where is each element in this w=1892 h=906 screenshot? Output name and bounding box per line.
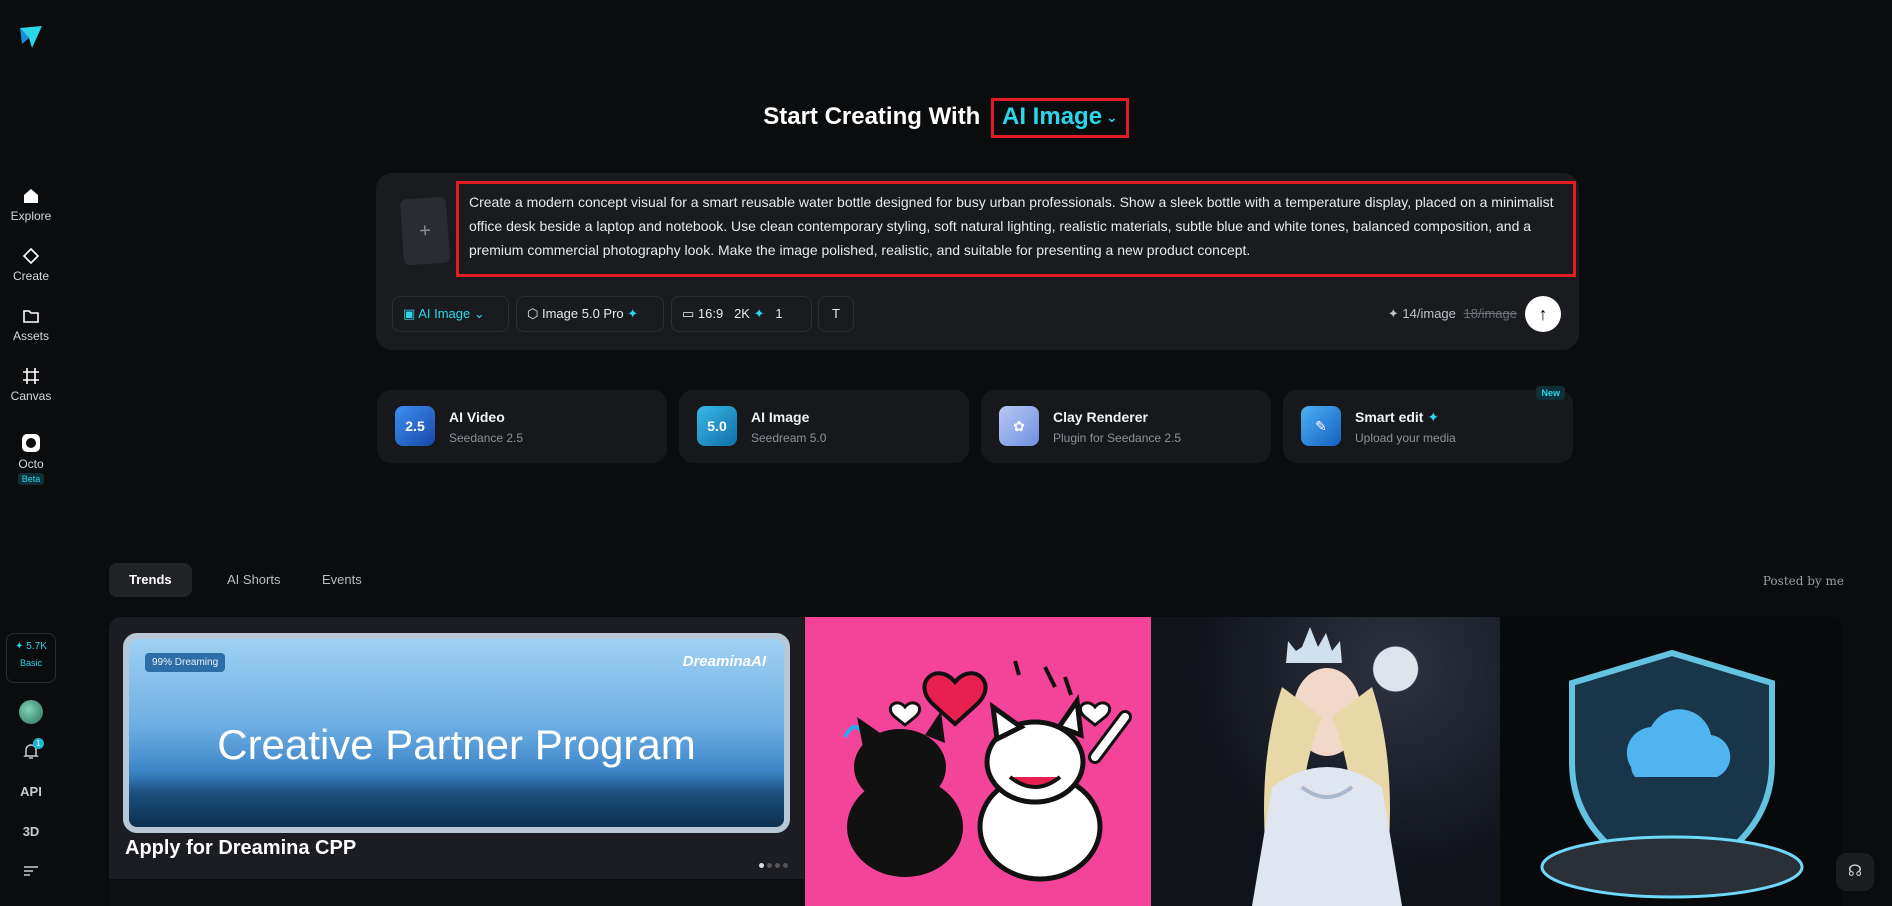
- image-count-label: 1: [775, 306, 783, 321]
- tab-ai-shorts[interactable]: AI Shorts: [207, 563, 300, 597]
- resolution-label: 2K: [734, 306, 750, 321]
- arrow-up-icon: ↑: [1538, 304, 1548, 324]
- model-selector[interactable]: ⬡ Image 5.0 Pro ✦: [516, 296, 664, 332]
- sparkle-icon: ✦: [627, 306, 639, 321]
- dancing-cats-image: [843, 660, 1132, 882]
- chevron-down-icon: ⌄: [1106, 109, 1118, 126]
- text-format-icon: T: [832, 306, 840, 321]
- chevron-down-icon: ⌄: [473, 306, 485, 321]
- text-style-button[interactable]: T: [818, 296, 854, 332]
- original-price: 18/image: [1463, 306, 1517, 321]
- carousel-dots[interactable]: [756, 855, 788, 873]
- posted-by-filter[interactable]: Posted by me: [1763, 574, 1844, 588]
- generate-button[interactable]: ↑: [1525, 296, 1561, 332]
- banner-caption: Apply for Dreamina CPP: [125, 837, 357, 859]
- feather-icon: ✎: [1301, 406, 1341, 446]
- feature-ai-video[interactable]: 2.5 AI Video Seedance 2.5: [377, 390, 667, 463]
- image-icon: ▣: [403, 306, 416, 321]
- plan-tier: Basic: [19, 658, 42, 668]
- dreamina-logo-icon[interactable]: [16, 22, 46, 52]
- flower-icon: ✿: [999, 406, 1039, 446]
- nav-assets[interactable]: Assets: [0, 306, 62, 343]
- plus-icon: +: [418, 219, 432, 243]
- api-link[interactable]: API: [0, 784, 62, 799]
- headline-prefix: Start Creating With: [763, 103, 981, 130]
- feature-title: Clay Renderer: [1053, 409, 1148, 425]
- banner-footer-strip: [109, 879, 804, 906]
- headset-icon: ☊: [1847, 863, 1863, 880]
- sparkle-icon: ✦: [1427, 409, 1440, 425]
- avatar[interactable]: [19, 700, 43, 724]
- nav-create[interactable]: Create: [0, 246, 62, 283]
- 3d-link[interactable]: 3D: [0, 824, 62, 839]
- new-badge: New: [1536, 386, 1565, 400]
- gallery-item-cloud-shield[interactable]: [1501, 617, 1843, 906]
- nav-assets-label: Assets: [12, 329, 49, 343]
- feature-title-text: Smart edit: [1355, 409, 1424, 425]
- mode-dropdown-label: AI Image: [418, 306, 471, 321]
- nav-octo-label: Octo: [18, 457, 44, 471]
- feature-ai-image[interactable]: 5.0 AI Image Seedream 5.0: [679, 390, 969, 463]
- mode-dropdown[interactable]: ▣ AI Image ⌄: [392, 296, 509, 332]
- dreamina-brand-logo: DreaminaAI: [682, 653, 766, 670]
- prompt-card: + Create a modern concept visual for a s…: [376, 173, 1579, 350]
- nav-create-label: Create: [12, 269, 50, 283]
- seedream-icon: 5.0: [697, 406, 737, 446]
- price-per-image: ✦ 14/image 18/image: [1388, 306, 1517, 322]
- feature-clay-renderer[interactable]: ✿ Clay Renderer Plugin for Seedance 2.5: [981, 390, 1271, 463]
- nav-canvas[interactable]: Canvas: [0, 366, 62, 403]
- mode-selector[interactable]: AI Image ⌄: [991, 98, 1129, 138]
- feature-subtitle: Upload your media: [1355, 431, 1456, 445]
- cloud-shield-image: [1540, 649, 1804, 899]
- ice-queen-image: [1252, 627, 1402, 906]
- current-price: 14/image: [1402, 306, 1456, 321]
- feature-title: AI Video: [449, 409, 505, 425]
- nav-explore[interactable]: Explore: [0, 186, 62, 223]
- home-icon: [24, 189, 38, 203]
- sparkle-icon: ✦: [15, 641, 24, 652]
- credits-badge[interactable]: ✦ 5.7K Basic: [6, 633, 56, 683]
- feature-subtitle: Seedance 2.5: [449, 431, 524, 445]
- upload-reference-button[interactable]: +: [399, 196, 451, 266]
- banner-pill: 99% Dreaming: [145, 653, 226, 672]
- prompt-input[interactable]: Create a modern concept visual for a sma…: [456, 181, 1576, 277]
- customer-support-button[interactable]: ☊: [1836, 853, 1874, 891]
- beta-badge: Beta: [17, 473, 45, 485]
- tab-events[interactable]: Events: [302, 563, 382, 597]
- feature-title: Smart edit ✦: [1355, 409, 1439, 426]
- output-settings[interactable]: ▭ 16:9 2K ✦ 1: [671, 296, 812, 332]
- octo-icon: [22, 434, 40, 452]
- nav-octo[interactable]: Octo Beta: [0, 432, 62, 485]
- nav-canvas-label: Canvas: [10, 389, 52, 403]
- mode-selector-label: AI Image: [1002, 103, 1103, 130]
- banner-headline: Creative Partner Program: [217, 721, 696, 768]
- banner-image: 99% Dreaming DreaminaAI Creative Partner…: [123, 633, 790, 833]
- tab-trends[interactable]: Trends: [109, 563, 192, 597]
- feature-subtitle: Plugin for Seedance 2.5: [1053, 431, 1182, 445]
- nav-explore-label: Explore: [10, 209, 52, 223]
- feature-smart-edit[interactable]: ✎ Smart edit ✦ Upload your media New: [1283, 386, 1573, 463]
- seedance-icon: 2.5: [395, 406, 435, 446]
- feature-title: AI Image: [751, 409, 810, 425]
- aspect-ratio-icon: ▭: [682, 306, 695, 321]
- aspect-ratio-label: 16:9: [697, 306, 724, 321]
- credits-amount: 5.7K: [26, 641, 47, 652]
- feature-subtitle: Seedream 5.0: [751, 431, 827, 445]
- notification-count: 1: [33, 738, 44, 749]
- page-title: Start Creating With AI Image ⌄: [0, 98, 1892, 138]
- cube-icon: ⬡: [527, 306, 539, 321]
- menu-icon[interactable]: [22, 864, 40, 878]
- model-label: Image 5.0 Pro: [541, 306, 624, 321]
- sparkle-icon: ✦: [753, 306, 765, 321]
- gallery-item-cpp-banner[interactable]: 99% Dreaming DreaminaAI Creative Partner…: [109, 617, 804, 906]
- gallery-item-cats[interactable]: [805, 617, 1151, 906]
- sparkle-icon: ✦: [1387, 306, 1399, 321]
- diamond-icon: [22, 247, 40, 265]
- canvas-icon: [23, 368, 39, 384]
- folder-icon: [23, 310, 39, 323]
- gallery-item-ice-queen[interactable]: [1152, 617, 1500, 906]
